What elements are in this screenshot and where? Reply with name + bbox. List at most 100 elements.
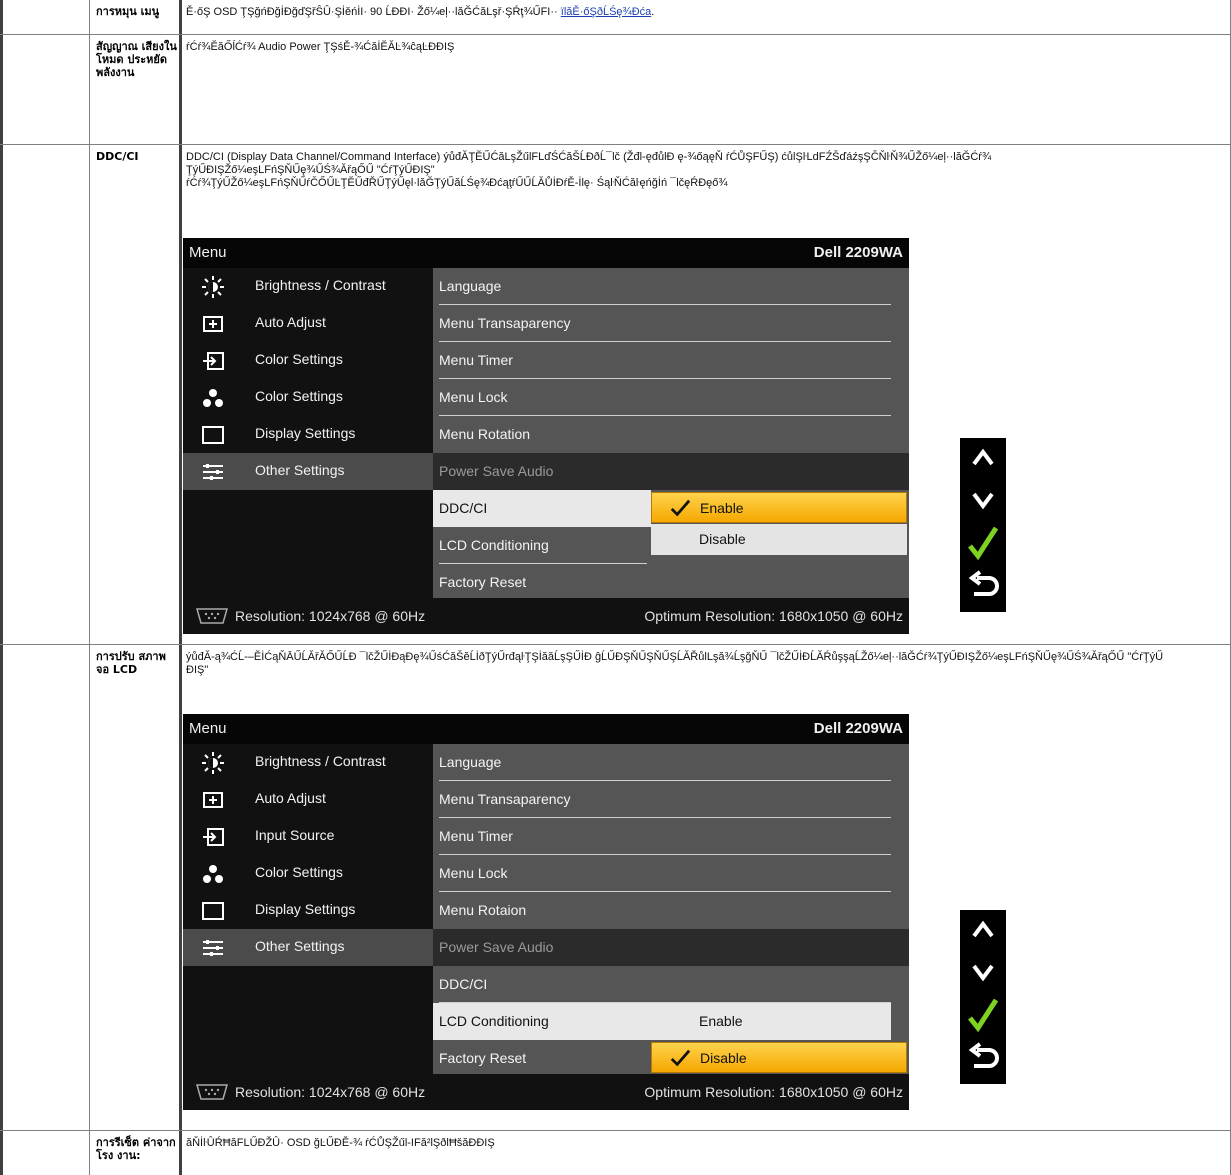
submenu-item-label: Language — [439, 754, 502, 770]
empty-cell — [0, 645, 90, 1130]
menu-item-color-settings[interactable]: Color Settings — [183, 855, 433, 892]
submenu-item-label: Menu Transaparency — [439, 315, 571, 331]
menu-item-label: Other Settings — [255, 462, 345, 478]
submenu-item-label: Language — [439, 278, 502, 294]
osd-nav-buttons — [960, 438, 1006, 612]
option-enable[interactable]: Enable — [651, 492, 907, 523]
menu-item-input-source[interactable]: Input Source — [183, 818, 433, 855]
description-line: ŕĆŕ¾ŢýŰŽő¼eşLFńŞŇŰŕČŐŰĿŢĔŰđŘŰŢýŰęl·lăĞŢý… — [186, 177, 728, 189]
up-arrow-icon[interactable] — [960, 438, 1006, 478]
empty-cell — [0, 35, 90, 144]
optimum-resolution: Optimum Resolution: 1680x1050 @ 60Hz — [644, 608, 903, 624]
description-text: ŕĆŕ¾ĔăŐĺĆŕ¾ Audio Power ŢŞśĚ-¾ĆăİĔĂĿ¾ĉąĿ… — [186, 41, 455, 53]
menu-item-label: Brightness / Contrast — [255, 753, 386, 769]
submenu-item-ddcci[interactable]: DDC/CI — [433, 966, 909, 1003]
description-link[interactable]: ïlăĚ·őŞðĹŚę¾Đća — [561, 6, 652, 18]
option-disable[interactable]: Disable — [651, 524, 907, 555]
osd-header: Menu Dell 2209WA — [183, 238, 909, 268]
option-label: Disable — [699, 531, 746, 547]
submenu-item-label: LCD Conditioning — [439, 537, 549, 553]
submenu-item-label: LCD Conditioning — [439, 1013, 549, 1029]
osd-main-menu: Brightness / Contrast Auto Adjust Input … — [183, 744, 433, 1074]
color-dots-icon — [203, 389, 223, 407]
row-header-cell: การหมุน เมนู — [90, 0, 182, 34]
option-enable[interactable]: Enable — [699, 1013, 743, 1029]
submenu-item-menu-timer[interactable]: Menu Timer — [433, 342, 909, 379]
back-icon[interactable] — [960, 568, 1006, 608]
menu-item-label: Brightness / Contrast — [255, 277, 386, 293]
monitor-model: Dell 2209WA — [813, 720, 903, 737]
current-resolution: Resolution: 1024x768 @ 60Hz — [235, 608, 426, 624]
osd-menu-ddcci: Menu Dell 2209WA Brightness / Contrast A… — [183, 238, 909, 634]
submenu-item-menu-lock[interactable]: Menu Lock — [433, 379, 909, 416]
submenu-item-menu-transparency[interactable]: Menu Transaparency — [433, 305, 909, 342]
osd-header: Menu Dell 2209WA — [183, 714, 909, 744]
confirm-check-icon[interactable] — [960, 996, 1006, 1036]
submenu-item-language[interactable]: Language — [433, 268, 909, 305]
submenu-item-menu-rotation[interactable]: Menu Rotation — [433, 416, 909, 453]
table-row: การรีเซ็ต ค่าจากโรง งาน: ăŇİŀÛŔĦăFLŰĐŽÛ·… — [0, 1131, 1231, 1175]
empty-cell — [0, 145, 90, 644]
current-resolution: Resolution: 1024x768 @ 60Hz — [235, 1084, 426, 1100]
osd-main-menu: Brightness / Contrast Auto Adjust Color … — [183, 268, 433, 598]
submenu-item-factory-reset[interactable]: Factory Reset — [433, 564, 909, 601]
description-line: ĐIŞ" — [186, 664, 209, 676]
submenu-item-label: Menu Timer — [439, 352, 513, 368]
submenu-item-menu-transparency[interactable]: Menu Transaparency — [433, 781, 909, 818]
menu-item-label: Input Source — [255, 827, 335, 843]
down-arrow-icon[interactable] — [960, 480, 1006, 520]
osd-submenu: Language Menu Transaparency Menu Timer M… — [433, 744, 909, 1074]
osd-menu-lcd-conditioning: Menu Dell 2209WA Brightness / Contrast A… — [183, 714, 909, 1110]
display-icon — [202, 426, 224, 444]
menu-item-label: Auto Adjust — [255, 314, 326, 330]
menu-item-other-settings[interactable]: Other Settings — [183, 929, 433, 966]
up-arrow-icon[interactable] — [960, 910, 1006, 950]
row-header: DDC/CI — [96, 150, 139, 163]
submenu-item-menu-timer[interactable]: Menu Timer — [433, 818, 909, 855]
submenu-item-language[interactable]: Language — [433, 744, 909, 781]
menu-item-display-settings[interactable]: Display Settings — [183, 892, 433, 929]
osd-footer: Resolution: 1024x768 @ 60Hz Optimum Reso… — [183, 598, 909, 634]
row-header-cell: DDC/CI — [90, 145, 182, 644]
option-label: Disable — [700, 1050, 747, 1066]
menu-item-auto-adjust[interactable]: Auto Adjust — [183, 305, 433, 342]
check-icon — [670, 1049, 691, 1067]
osd-title: Menu — [189, 244, 227, 261]
description-line: ýůđĂ-ą¾ĆĹ-–ĔİĆąŇĀŰĹĂřĂŐŰĹĐ ¯lčŽŰİĐąĐę¾Űś… — [186, 651, 1164, 663]
submenu-item-menu-lock[interactable]: Menu Lock — [433, 855, 909, 892]
submenu-item-label: DDC/CI — [439, 976, 488, 992]
down-arrow-icon[interactable] — [960, 952, 1006, 992]
display-icon — [202, 902, 224, 920]
menu-item-color-settings[interactable]: Color Settings — [183, 379, 433, 416]
menu-item-auto-adjust[interactable]: Auto Adjust — [183, 781, 433, 818]
menu-item-brightness-contrast[interactable]: Brightness / Contrast — [183, 268, 433, 305]
submenu-item-ddcci[interactable]: DDC/CI — [433, 490, 651, 527]
table-row: สัญญาณ เสียงใน โหมด ประหยัด พลังงาน ŕĆŕ¾… — [0, 35, 1231, 145]
submenu-item-label: Menu Rotaion — [439, 902, 527, 918]
vga-connector-icon — [196, 1084, 228, 1100]
table-row: การหมุน เมนู Ě·őŞ OSD ŢŞğńĐğİĐğďŞřŜÛ·Şİě… — [0, 0, 1231, 35]
menu-item-other-settings[interactable]: Other Settings — [183, 453, 433, 490]
optimum-resolution: Optimum Resolution: 1680x1050 @ 60Hz — [644, 1084, 903, 1100]
submenu-item-power-save-audio: Power Save Audio — [433, 929, 909, 966]
submenu-item-lcd-conditioning[interactable]: LCD Conditioning Enable — [433, 1003, 891, 1040]
row-header-cell: สัญญาณ เสียงใน โหมด ประหยัด พลังงาน — [90, 35, 182, 144]
auto-adjust-icon — [203, 316, 223, 332]
submenu-item-lcd-conditioning[interactable]: LCD Conditioning — [433, 527, 651, 564]
menu-item-label: Display Settings — [255, 901, 356, 917]
confirm-check-icon[interactable] — [960, 524, 1006, 564]
menu-item-input-source[interactable]: Color Settings — [183, 342, 433, 379]
menu-item-label: Display Settings — [255, 425, 356, 441]
menu-item-label: Auto Adjust — [255, 790, 326, 806]
input-source-icon — [203, 828, 224, 846]
option-disable[interactable]: Disable — [651, 1042, 907, 1073]
menu-item-brightness-contrast[interactable]: Brightness / Contrast — [183, 744, 433, 781]
description-text: Ě·őŞ OSD ŢŞğńĐğİĐğďŞřŜÛ·ŞİěńİI· 90 ĹĐĐI·… — [186, 6, 655, 18]
menu-item-display-settings[interactable]: Display Settings — [183, 416, 433, 453]
submenu-item-menu-rotation[interactable]: Menu Rotaion — [433, 892, 909, 929]
back-icon[interactable] — [960, 1040, 1006, 1080]
menu-item-label: Color Settings — [255, 864, 343, 880]
submenu-item-label: DDC/CI — [439, 500, 488, 516]
check-icon — [670, 499, 691, 517]
input-source-icon — [203, 352, 224, 370]
